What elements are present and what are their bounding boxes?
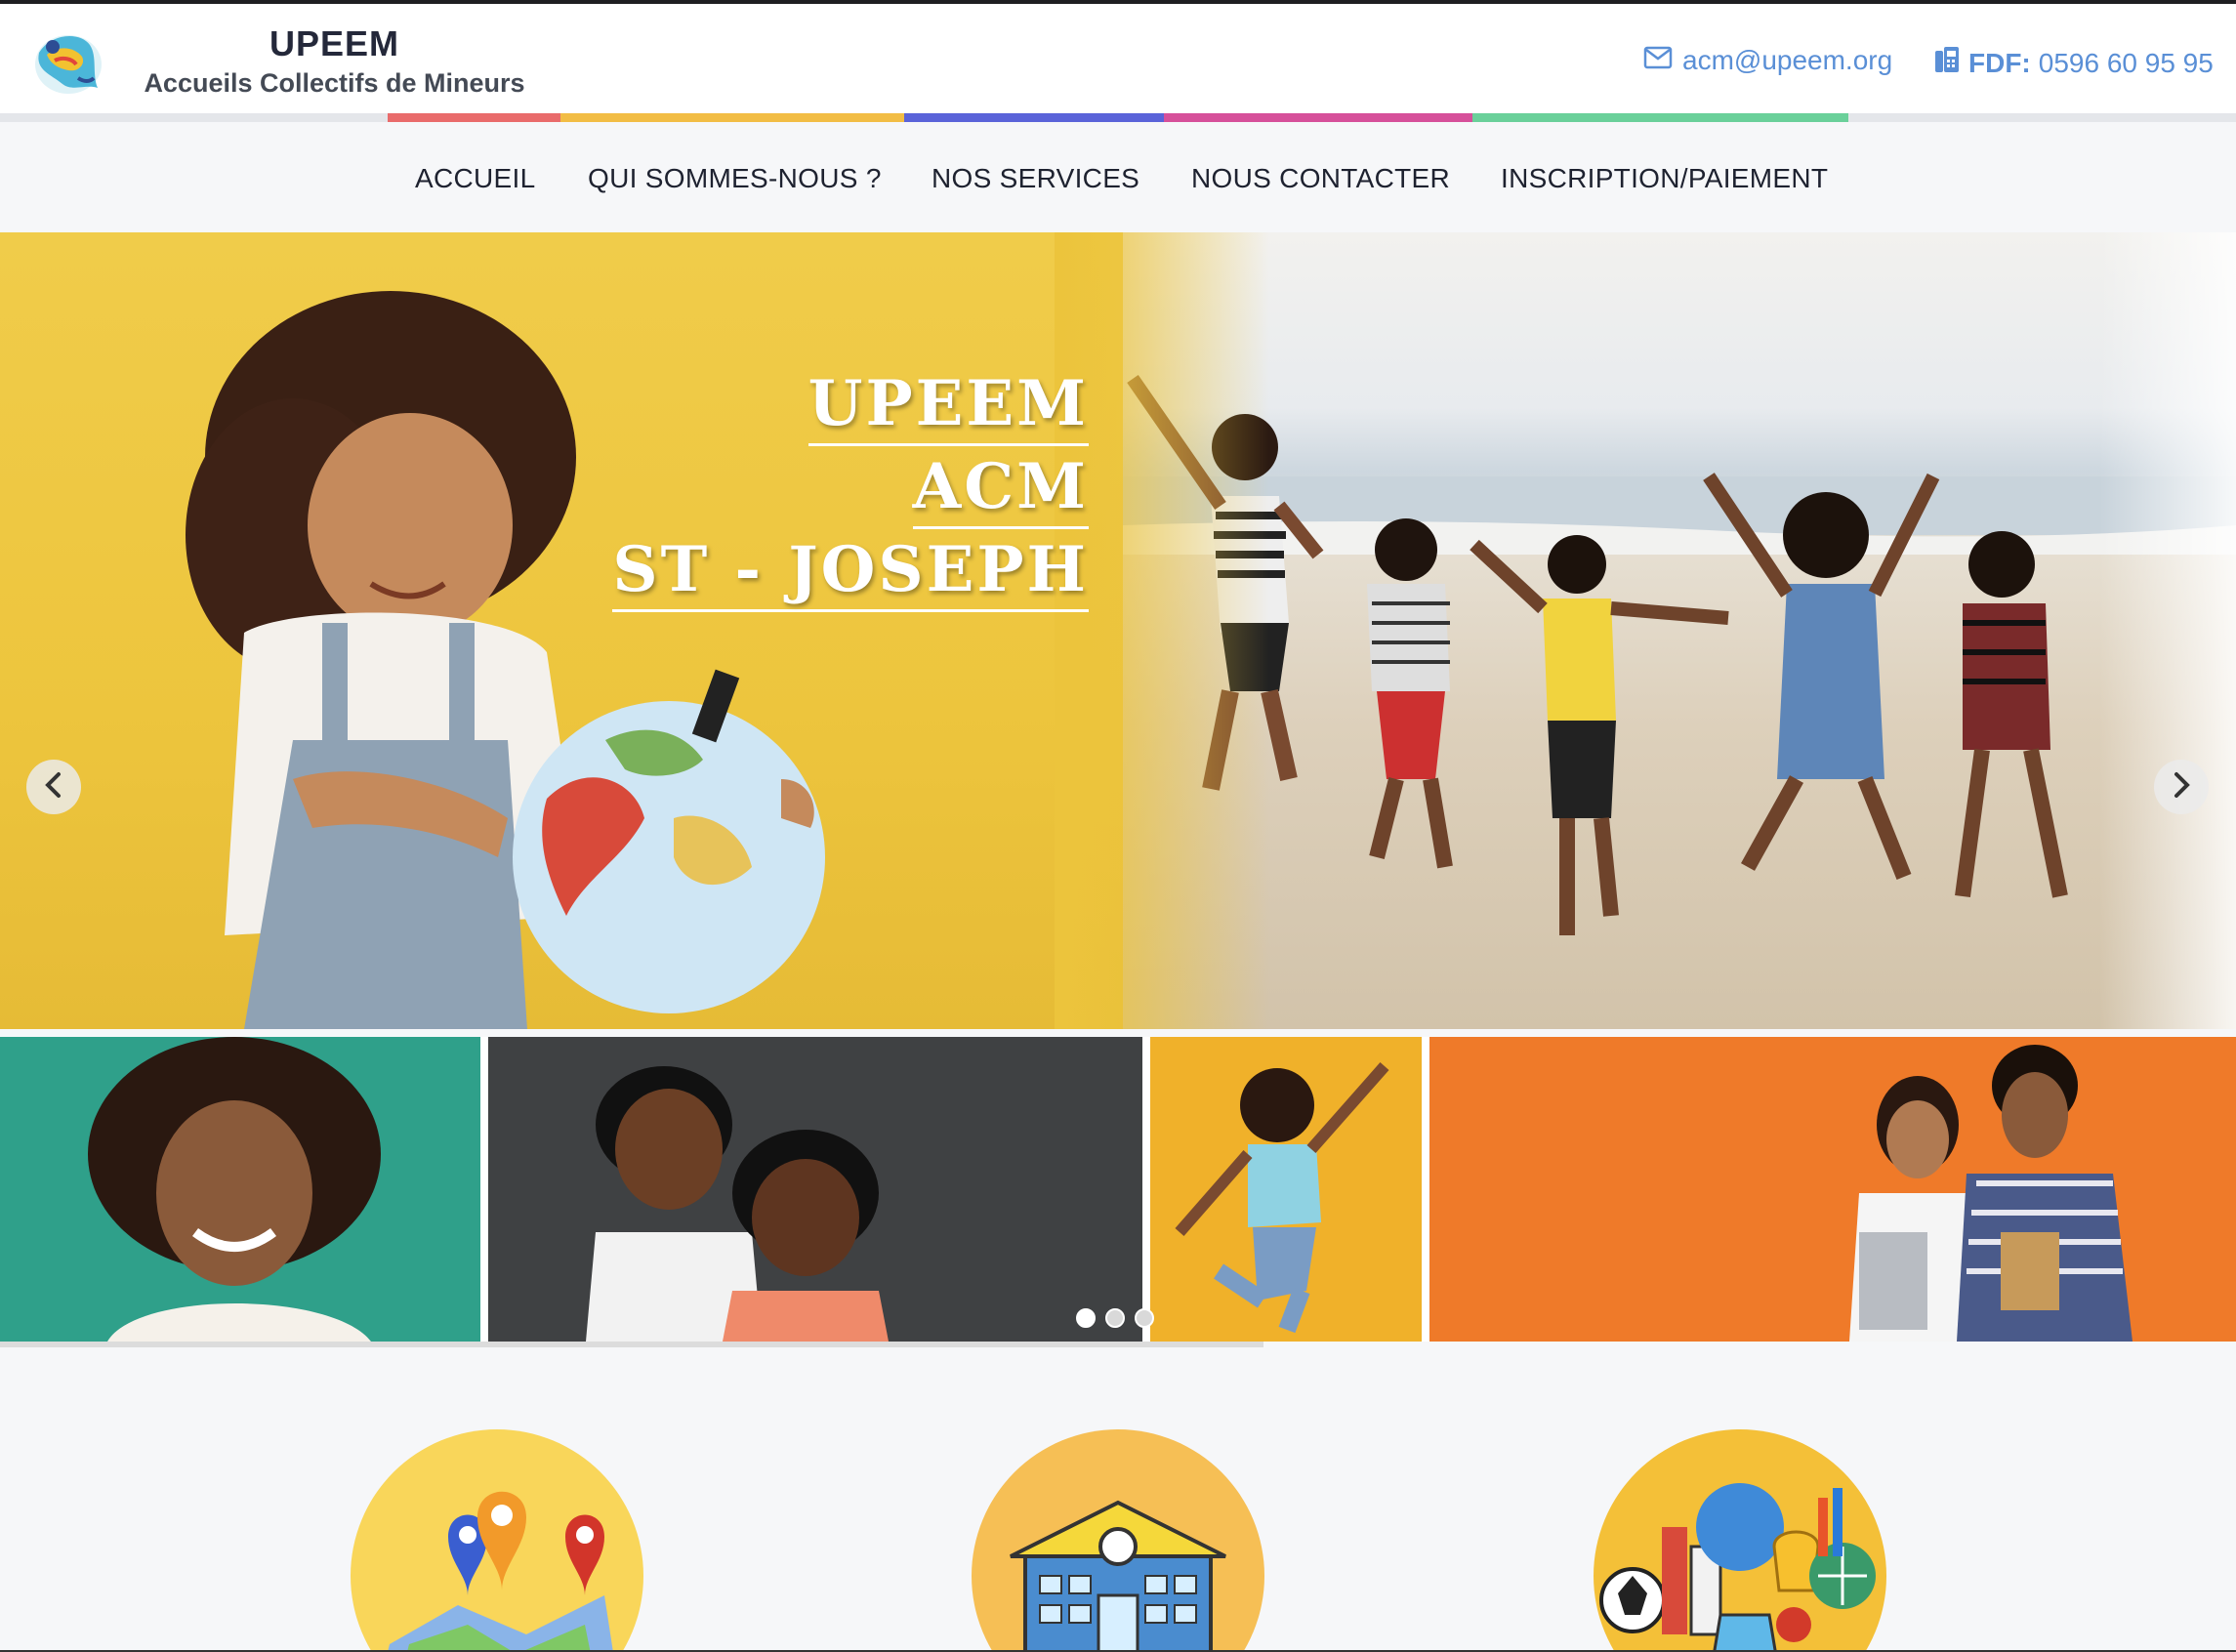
fax-icon xyxy=(1933,45,1961,81)
color-stripe-pink xyxy=(1164,113,1472,122)
chevron-left-icon xyxy=(43,771,64,804)
hero-line-2: ACM xyxy=(912,452,1089,529)
hero-image-right xyxy=(1123,232,2236,1029)
thumbnail-girl-jumping[interactable] xyxy=(1150,1037,1422,1342)
thumbnail-strip xyxy=(0,1037,2236,1342)
hero-line-3: ST - JOSEPH xyxy=(612,535,1089,612)
hero-line-1: UPEEM xyxy=(807,369,1089,446)
nav-item-qui-sommes-nous[interactable]: QUI SOMMES-NOUS ? xyxy=(588,163,882,194)
feature-circle-locations[interactable] xyxy=(351,1429,643,1652)
slider-progress-bar xyxy=(0,1342,1263,1347)
main-nav: ACCUEIL QUI SOMMES-NOUS ? NOS SERVICES N… xyxy=(0,122,2236,231)
thumbnail-teens-orange[interactable] xyxy=(1429,1037,2236,1342)
nav-item-nos-services[interactable]: NOS SERVICES xyxy=(932,163,1139,194)
logo-icon[interactable] xyxy=(29,23,109,102)
feature-circle-activities[interactable] xyxy=(1594,1429,1886,1652)
brand-title: UPEEM xyxy=(269,23,400,63)
nav-item-accueil[interactable]: ACCUEIL xyxy=(415,163,535,194)
hero-slider: UPEEM ACM ST - JOSEPH xyxy=(0,232,2236,1029)
slider-dot-2[interactable] xyxy=(1105,1308,1125,1328)
color-stripe-red xyxy=(388,113,560,122)
slider-next-button[interactable] xyxy=(2154,760,2209,814)
envelope-icon xyxy=(1643,45,1673,76)
nav-item-nous-contacter[interactable]: NOUS CONTACTER xyxy=(1191,163,1450,194)
page: UPEEM Accueils Collectifs de Mineurs acm… xyxy=(0,0,2236,1652)
girl-with-globe-illustration xyxy=(186,291,825,1029)
feature-circle-school[interactable] xyxy=(972,1429,1264,1652)
hero-title: UPEEM ACM ST - JOSEPH xyxy=(612,369,1089,618)
contact-phone-link[interactable]: FDF: 0596 60 95 95 xyxy=(1933,45,2214,81)
thumbnail-girl-green[interactable] xyxy=(0,1037,480,1342)
phone-number: 0596 60 95 95 xyxy=(2038,47,2214,78)
slider-dot-3[interactable] xyxy=(1135,1308,1154,1328)
color-stripe-yellow xyxy=(560,113,904,122)
slider-dots xyxy=(1076,1308,1154,1328)
site-header: UPEEM Accueils Collectifs de Mineurs acm… xyxy=(0,4,2236,113)
slider-prev-button[interactable] xyxy=(26,760,81,814)
contact-email-text: acm@upeem.org xyxy=(1682,45,1893,75)
kids-jumping-beach-illustration xyxy=(1123,375,2236,935)
slider-dot-1[interactable] xyxy=(1076,1308,1096,1328)
phone-label: FDF: xyxy=(1968,47,2031,78)
nav-item-inscription-paiement[interactable]: INSCRIPTION/PAIEMENT xyxy=(1501,163,1828,194)
hero-fade xyxy=(1055,232,1269,1029)
color-stripe-green xyxy=(1472,113,1848,122)
contact-email-link[interactable]: acm@upeem.org xyxy=(1643,45,1892,76)
hero-image-left xyxy=(0,232,1172,1029)
brand-subtitle: Accueils Collectifs de Mineurs xyxy=(144,68,525,98)
chevron-right-icon xyxy=(2171,771,2192,804)
hero-edge-fade xyxy=(2099,232,2236,1029)
color-stripe-blue xyxy=(904,113,1164,122)
thumbnail-two-girls-chalkboard[interactable] xyxy=(488,1037,1142,1342)
